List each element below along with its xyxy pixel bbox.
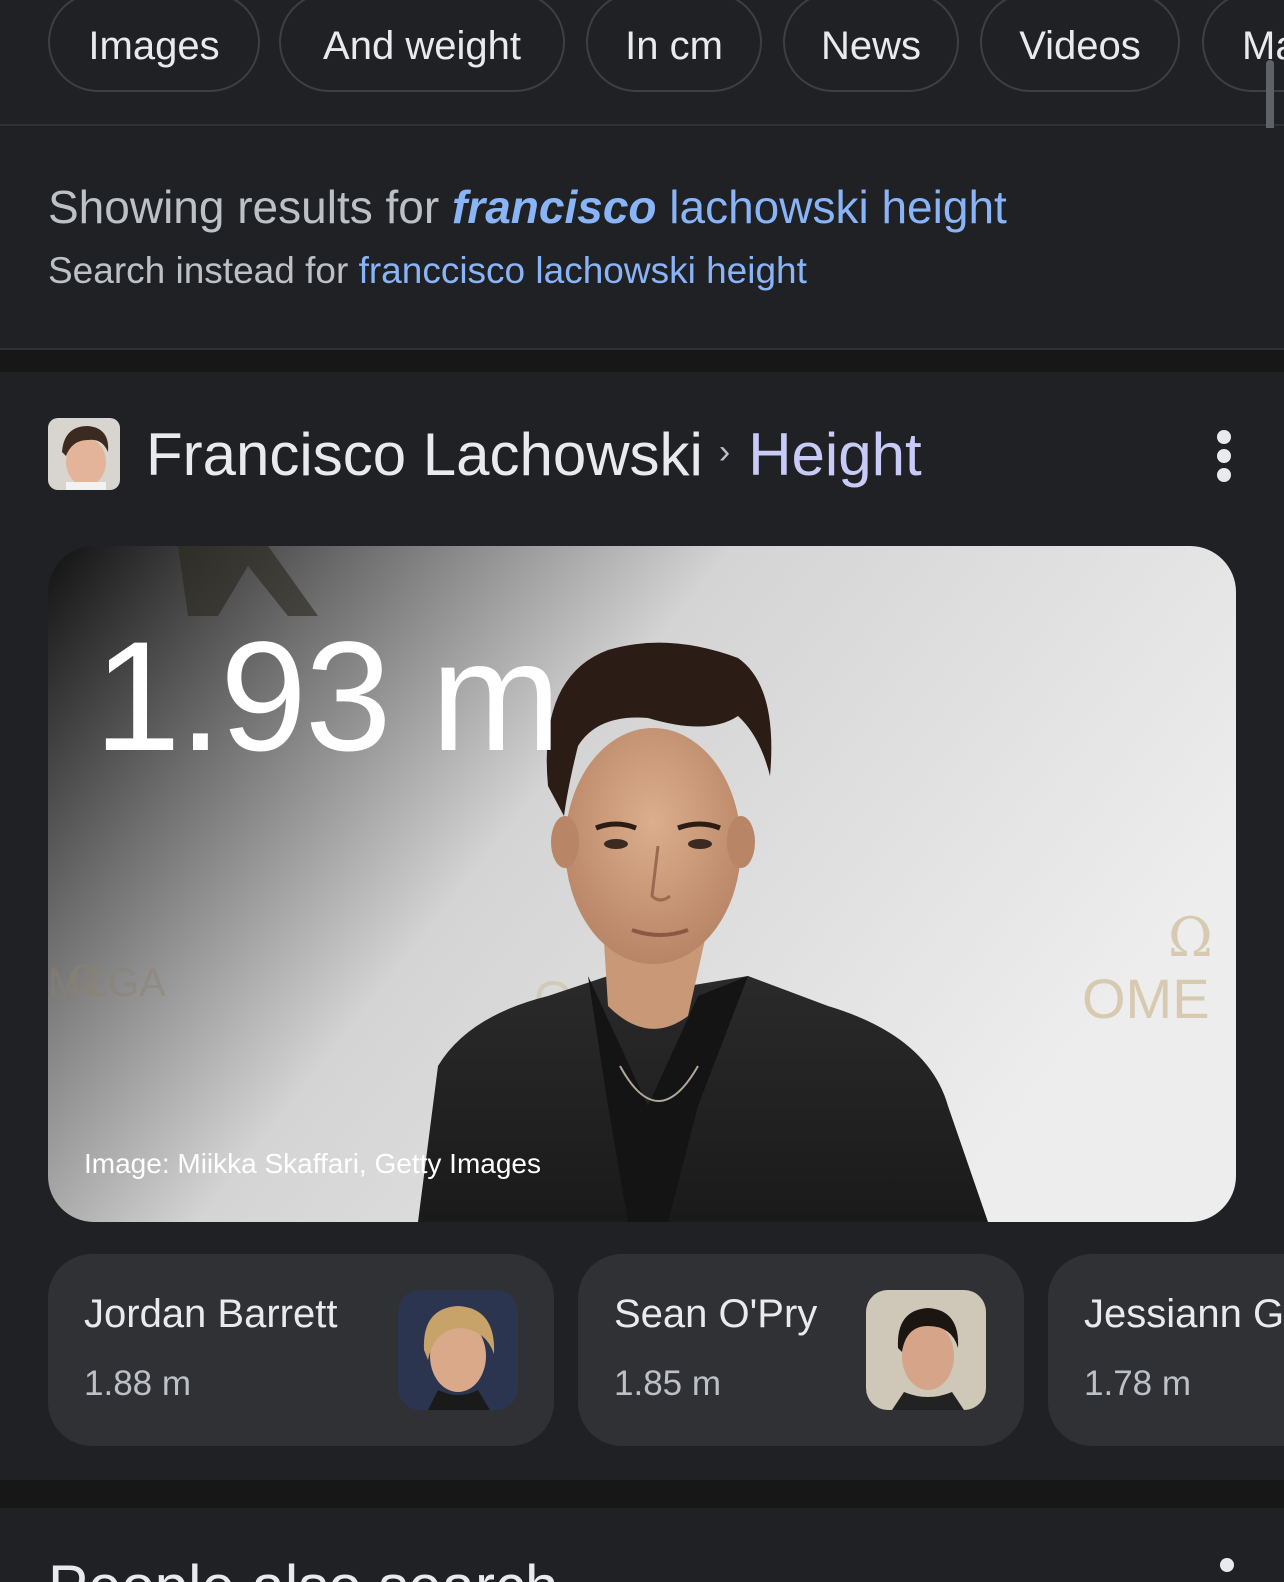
corrected-term: francisco [451,181,657,233]
section-title: People also search [48,1552,558,1582]
svg-text:Ω: Ω [1168,906,1213,969]
chip-in-cm[interactable]: In cm [586,0,762,92]
related-photo [866,1290,986,1410]
related-name: Jessiann G [1084,1292,1284,1336]
showing-results-line: Showing results for francisco lachowski … [48,180,1007,234]
chip-more-label: Ma [1242,23,1284,68]
answer-header: Francisco Lachowski › Height [48,418,922,490]
related-card[interactable]: Jessiann G 1.78 m [1048,1254,1284,1446]
instead-prefix: Search instead for [48,250,349,291]
search-instead-line: Search instead for franccisco lachowski … [48,250,807,292]
related-photo [398,1290,518,1410]
original-query-link[interactable]: franccisco lachowski height [359,250,807,291]
related-card[interactable]: Sean O'Pry 1.85 m [578,1254,1024,1446]
related-name: Jordan Barrett [84,1292,338,1336]
chip-news[interactable]: News [783,0,959,92]
related-name: Sean O'Pry [614,1292,818,1336]
related-height: 1.85 m [614,1364,721,1403]
corrected-query-link[interactable]: francisco lachowski height [452,181,1007,233]
svg-text:MEGA: MEGA [48,961,166,1005]
more-options-button[interactable] [1204,426,1244,486]
entity-name-link[interactable]: Francisco Lachowski [146,421,703,488]
chip-and-weight[interactable]: And weight [279,0,565,92]
chip-images[interactable]: Images [48,0,260,92]
attribute-label: Height [748,420,922,488]
more-vert-icon-dot [1217,468,1231,482]
related-height: 1.88 m [84,1364,191,1403]
chip-videos[interactable]: Videos [980,0,1180,92]
svg-text:OME: OME [1082,967,1210,1030]
search-results-page: Images And weight In cm News Videos Ma S… [0,0,1284,1582]
height-value: 1.93 m [94,610,561,784]
corrected-rest: lachowski height [669,181,1007,233]
section-divider [0,350,1284,372]
spelling-correction: Showing results for francisco lachowski … [0,128,1284,350]
answer-breadcrumb: Francisco Lachowski › Height [146,420,922,489]
more-vert-icon-dot [1217,449,1231,463]
hero-image[interactable]: Ω MEGA Ω OME O 1.93 m I [48,546,1236,1222]
chevron-right-icon: › [718,433,731,472]
more-vert-icon[interactable] [1220,1558,1234,1572]
related-card[interactable]: Jordan Barrett 1.88 m [48,1254,554,1446]
showing-prefix: Showing results for [48,181,440,233]
height-answer-card: Francisco Lachowski › Height Ω MEGA Ω OM… [0,372,1284,1480]
image-credit: Image: Miikka Skaffari, Getty Images [84,1148,541,1179]
entity-avatar[interactable] [48,418,120,490]
people-also-search-section: People also search [0,1508,1284,1582]
related-height: 1.78 m [1084,1364,1191,1403]
filter-chips-row: Images And weight In cm News Videos Ma [0,0,1284,126]
section-divider [0,1480,1284,1508]
more-vert-icon-dot [1217,430,1231,444]
